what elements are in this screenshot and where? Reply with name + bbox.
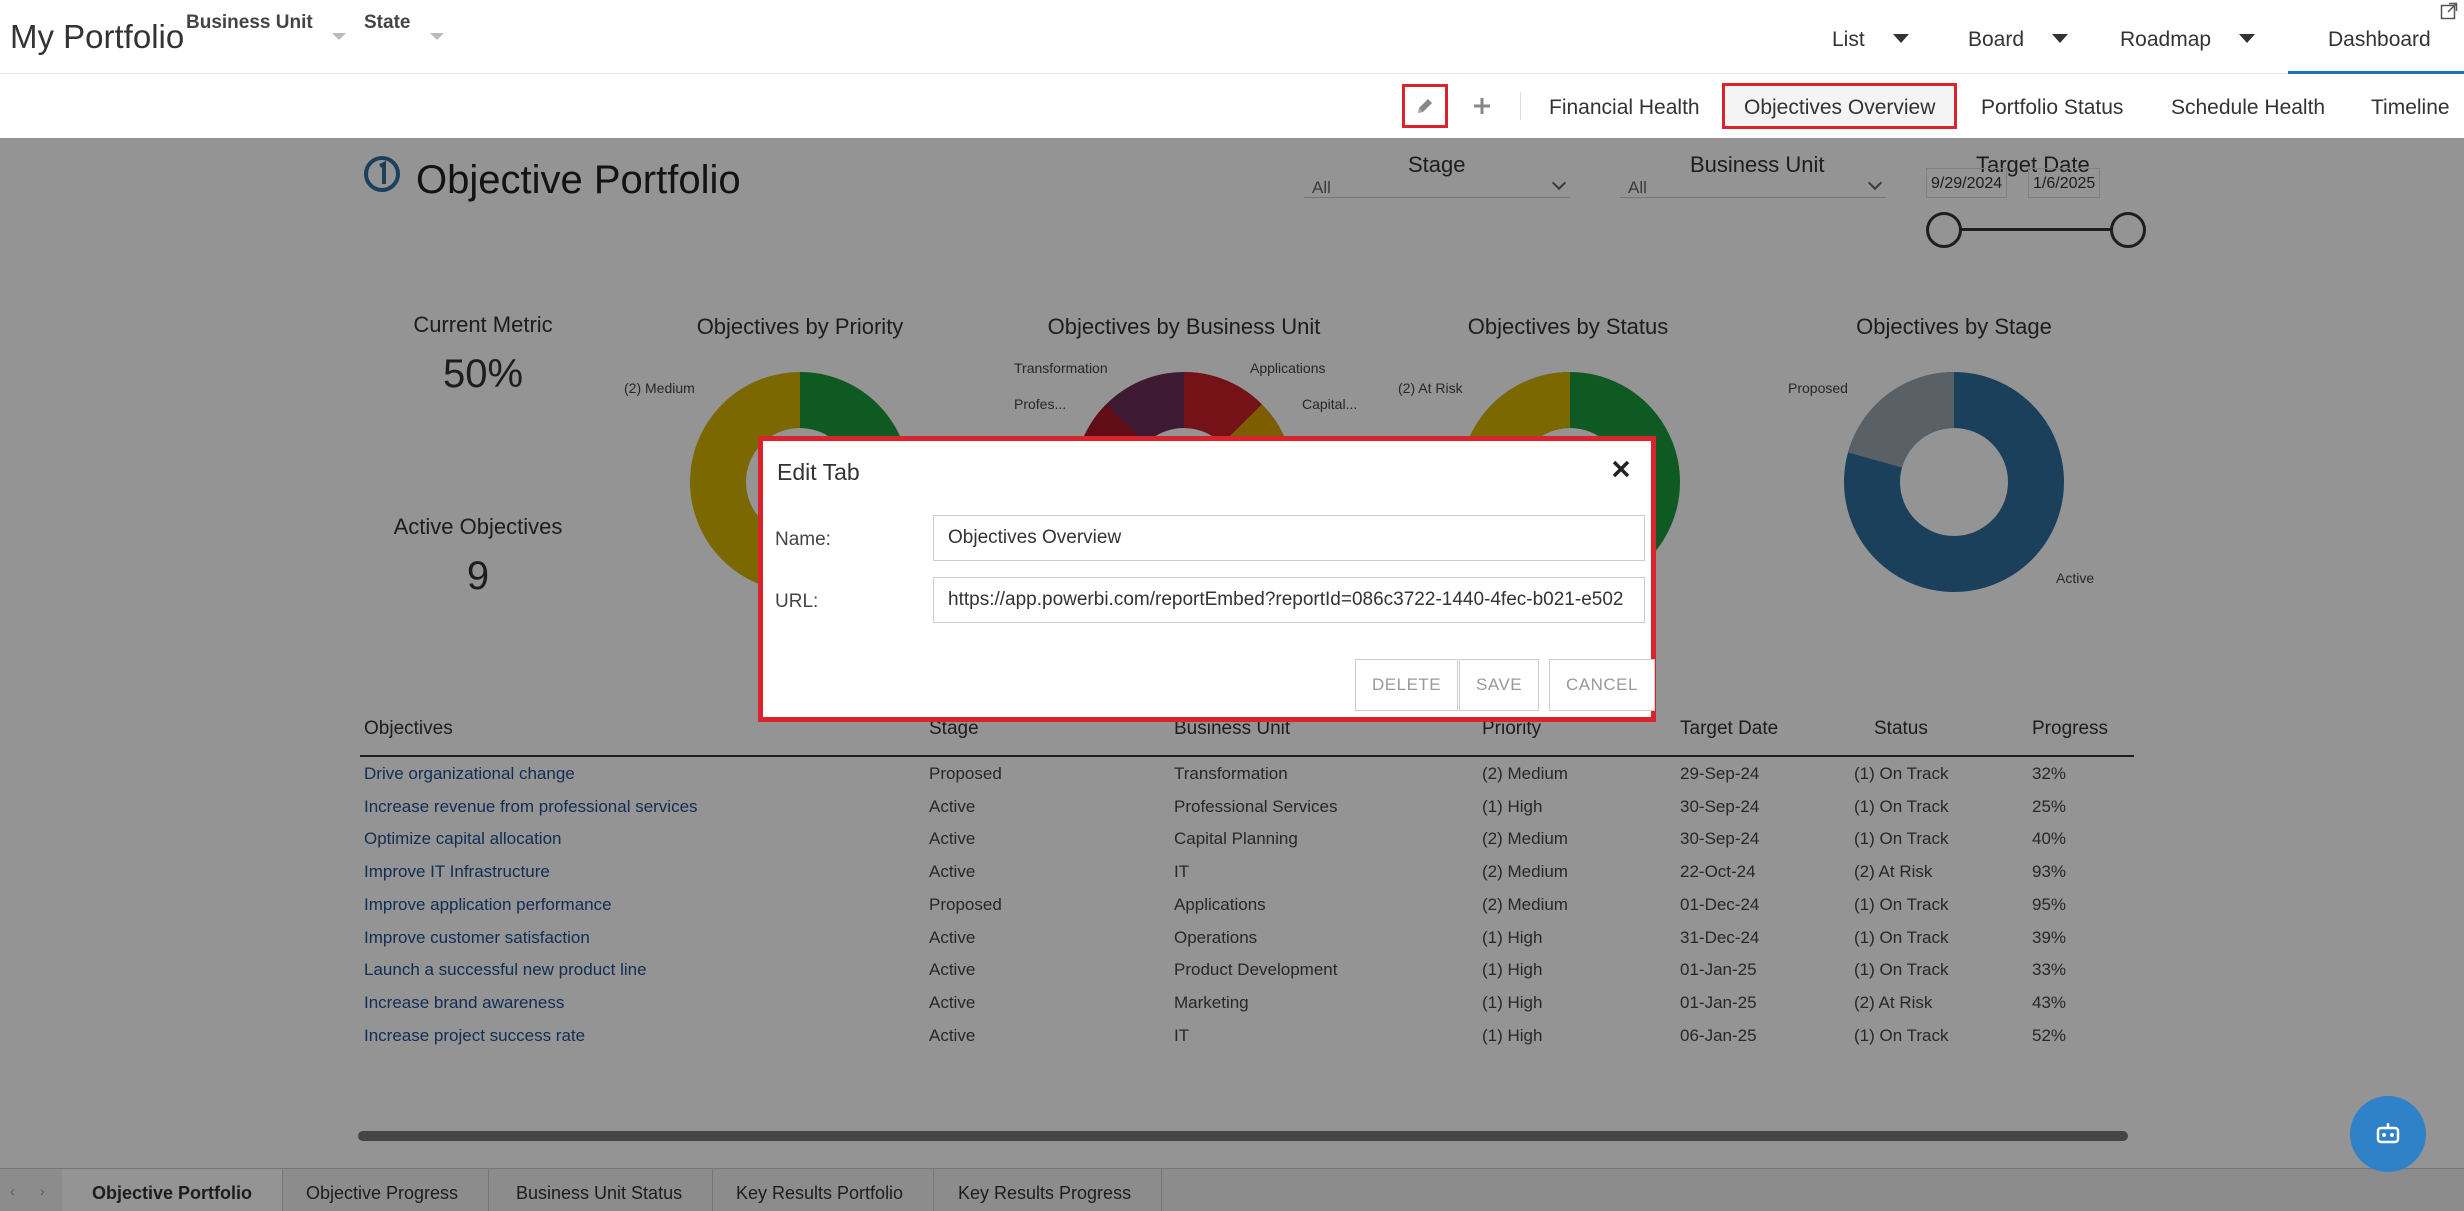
url-field[interactable] bbox=[933, 577, 1645, 623]
save-button[interactable]: SAVE bbox=[1459, 659, 1540, 711]
dashboard-tab-bar: Financial Health Objectives Overview Por… bbox=[0, 74, 2464, 138]
edit-tab-dialog: Edit Tab Name: URL: DELETE SAVE CANCEL bbox=[758, 436, 1656, 722]
url-field-label: URL: bbox=[775, 591, 819, 612]
assistant-button[interactable] bbox=[2350, 1096, 2426, 1172]
close-icon[interactable] bbox=[1609, 457, 1633, 481]
app-title: My Portfolio bbox=[10, 18, 185, 55]
view-board[interactable]: Board bbox=[1968, 28, 2068, 52]
expand-icon[interactable] bbox=[2440, 2, 2458, 20]
add-tab-button[interactable] bbox=[1459, 84, 1505, 128]
delete-button[interactable]: DELETE bbox=[1355, 659, 1459, 711]
name-field-label: Name: bbox=[775, 529, 831, 550]
top-header: My Portfolio Business Unit State List Bo… bbox=[0, 0, 2464, 74]
dropdown-arrow-icon[interactable] bbox=[1892, 34, 1909, 43]
view-roadmap[interactable]: Roadmap bbox=[2120, 28, 2255, 52]
view-dashboard-label: Dashboard bbox=[2328, 28, 2431, 51]
name-field[interactable] bbox=[933, 515, 1645, 561]
dropdown-arrow-icon[interactable] bbox=[2238, 34, 2255, 43]
view-roadmap-label: Roadmap bbox=[2120, 28, 2212, 51]
view-list-label: List bbox=[1832, 28, 1865, 51]
view-list[interactable]: List bbox=[1832, 28, 1909, 52]
dialog-title: Edit Tab bbox=[777, 459, 860, 485]
business-unit-filter-label: Business Unit bbox=[186, 12, 313, 33]
dropdown-arrow-icon[interactable] bbox=[2051, 34, 2068, 43]
pencil-icon bbox=[1418, 99, 1432, 113]
chevron-down-icon bbox=[429, 33, 444, 40]
view-dashboard[interactable]: Dashboard bbox=[2288, 0, 2464, 74]
view-board-label: Board bbox=[1968, 28, 2025, 51]
business-unit-filter[interactable]: Business Unit bbox=[186, 12, 346, 40]
state-filter[interactable]: State bbox=[364, 12, 444, 40]
tab-objectives-overview[interactable]: Objectives Overview bbox=[1722, 83, 1958, 129]
state-filter-label: State bbox=[364, 12, 411, 33]
tab-portfolio-status[interactable]: Portfolio Status bbox=[1981, 96, 2123, 120]
tab-financial-health[interactable]: Financial Health bbox=[1549, 96, 1700, 120]
plus-icon bbox=[1474, 98, 1490, 114]
edit-tab-button[interactable] bbox=[1402, 84, 1448, 128]
chat-bot-icon bbox=[2376, 1123, 2400, 1144]
chevron-down-icon bbox=[331, 33, 346, 40]
divider bbox=[1520, 92, 1521, 120]
tab-timeline[interactable]: Timeline bbox=[2371, 96, 2450, 120]
cancel-button[interactable]: CANCEL bbox=[1549, 659, 1655, 711]
tab-schedule-health[interactable]: Schedule Health bbox=[2171, 96, 2325, 120]
